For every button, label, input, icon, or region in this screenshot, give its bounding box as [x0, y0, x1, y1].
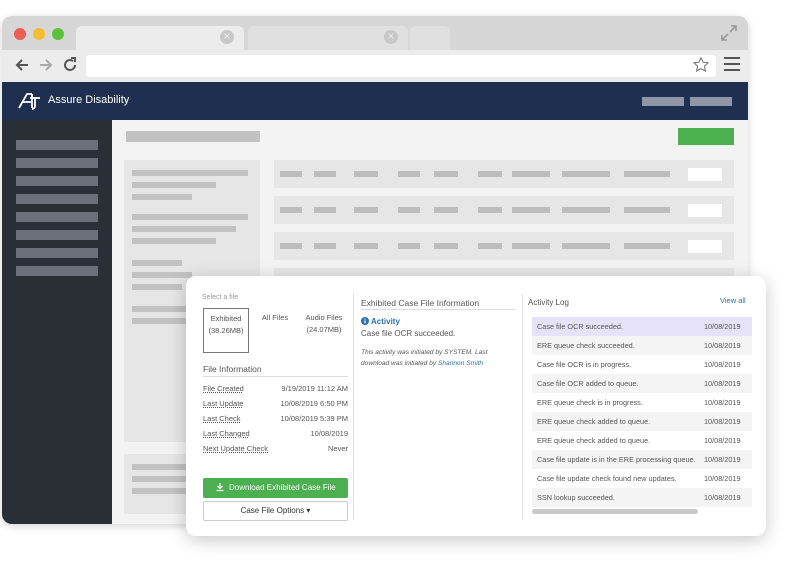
- log-date: 10/08/2019: [704, 341, 741, 350]
- download-case-file-button[interactable]: Download Exhibited Case File: [203, 478, 348, 498]
- sidebar-item-placeholder[interactable]: [16, 248, 98, 258]
- browser-toolbar: [2, 50, 748, 82]
- hamburger-menu-icon[interactable]: [724, 57, 740, 71]
- sidebar-item-placeholder[interactable]: [16, 230, 98, 240]
- new-tab-button[interactable]: [410, 26, 450, 50]
- tab-close-icon[interactable]: ×: [220, 30, 234, 44]
- case-file-options-button[interactable]: Case File Options ▾: [203, 501, 348, 521]
- last-update-value: 10/08/2019 6:50 PM: [280, 399, 348, 408]
- primary-action-button[interactable]: [678, 128, 734, 145]
- activity-log-row[interactable]: Case file update check found new updates…: [532, 469, 752, 488]
- activity-text: Case file OCR succeeded.: [361, 329, 456, 338]
- reload-icon[interactable]: [60, 55, 80, 75]
- log-date: 10/08/2019: [704, 455, 741, 464]
- log-date: 10/08/2019: [704, 322, 741, 331]
- log-message: Case file update is in the ERE processin…: [537, 455, 696, 464]
- log-date: 10/08/2019: [704, 417, 741, 426]
- log-message: ERE queue check succeeded.: [537, 341, 635, 350]
- last-check-value: 10/08/2019 5:39 PM: [280, 414, 348, 423]
- download-icon: [216, 483, 224, 492]
- table-row[interactable]: [274, 196, 734, 224]
- activity-log-row[interactable]: ERE queue check succeeded. 10/08/2019: [532, 336, 752, 355]
- window-close-button[interactable]: [14, 28, 26, 40]
- table-row[interactable]: [274, 160, 734, 188]
- file-created-label: File Created: [203, 384, 244, 393]
- sidebar-item-placeholder[interactable]: [16, 140, 98, 150]
- activity-log-title: Activity Log: [528, 298, 569, 307]
- log-date: 10/08/2019: [704, 474, 741, 483]
- sidebar-item-placeholder[interactable]: [16, 194, 98, 204]
- activity-log-row[interactable]: ERE queue check added to queue. 10/08/201…: [532, 412, 752, 431]
- app-header: Assure Disability: [2, 82, 748, 120]
- log-message: ERE queue check is in progress.: [537, 398, 643, 407]
- select-file-label: Select a file: [202, 294, 239, 301]
- log-date: 10/08/2019: [704, 398, 741, 407]
- last-check-label: Last Check: [203, 414, 241, 423]
- page-title-placeholder: [126, 131, 260, 142]
- table-row[interactable]: [274, 232, 734, 260]
- case-file-card: Select a file Exhibited (38.26MB) All Fi…: [186, 276, 766, 536]
- file-created-value: 9/19/2019 11:12 AM: [281, 384, 348, 393]
- view-all-link[interactable]: View all: [720, 296, 746, 305]
- log-message: SSN lookup succeeded.: [537, 493, 615, 502]
- activity-log-row[interactable]: Case file update is in the ERE processin…: [532, 450, 752, 469]
- header-placeholder[interactable]: [690, 97, 732, 106]
- log-date: 10/08/2019: [704, 360, 741, 369]
- sidebar-item-placeholder[interactable]: [16, 266, 98, 276]
- log-message: ERE queue check added to queue.: [537, 417, 651, 426]
- log-date: 10/08/2019: [704, 379, 741, 388]
- brand-name: Assure Disability: [48, 94, 130, 106]
- browser-tab-bar: × ×: [2, 16, 748, 50]
- star-icon[interactable]: [692, 56, 710, 74]
- activity-note: This activity was initiated by SYSTEM. L…: [361, 349, 488, 367]
- next-update-check-value: Never: [327, 444, 348, 453]
- log-message: ERE queue check added to queue.: [537, 436, 651, 445]
- sidebar: [2, 120, 112, 524]
- activity-log-row[interactable]: ERE queue check is in progress. 10/08/201…: [532, 393, 752, 412]
- tab-exhibited[interactable]: Exhibited (38.26MB): [203, 308, 249, 353]
- activity-log-row[interactable]: Case file OCR succeeded. 10/08/2019: [532, 317, 752, 336]
- sidebar-item-placeholder[interactable]: [16, 212, 98, 222]
- activity-log-row[interactable]: SSN lookup succeeded. 10/08/2019: [532, 488, 752, 507]
- address-bar[interactable]: [86, 55, 716, 77]
- exhibited-info-title: Exhibited Case File Information: [361, 298, 480, 308]
- last-changed-value: 10/08/2019: [310, 429, 348, 438]
- expand-icon[interactable]: [720, 24, 738, 42]
- horizontal-scrollbar[interactable]: [532, 509, 698, 514]
- browser-tab[interactable]: ×: [248, 26, 408, 50]
- logo-icon: [18, 93, 40, 110]
- info-icon: [361, 317, 369, 325]
- last-update-label: Last Update: [203, 399, 244, 408]
- activity-log-row[interactable]: Case file OCR is in progress. 10/08/2019: [532, 355, 752, 374]
- activity-heading: Activity: [361, 317, 400, 326]
- sidebar-item-placeholder[interactable]: [16, 158, 98, 168]
- browser-tab[interactable]: ×: [76, 26, 244, 50]
- log-message: Case file OCR is in progress.: [537, 360, 632, 369]
- activity-log-row[interactable]: Case file OCR added to queue. 10/08/2019: [532, 374, 752, 393]
- log-date: 10/08/2019: [704, 493, 741, 502]
- log-message: Case file OCR added to queue.: [537, 379, 639, 388]
- user-link[interactable]: Shannon Smith: [438, 360, 483, 367]
- sidebar-item-placeholder[interactable]: [16, 176, 98, 186]
- file-information-title: File Information: [203, 364, 262, 374]
- activity-log-row[interactable]: ERE queue check added to queue. 10/08/201…: [532, 431, 752, 450]
- tab-audio-files[interactable]: Audio Files (24.07MB): [301, 308, 347, 353]
- tab-close-icon[interactable]: ×: [384, 30, 398, 44]
- window-minimize-button[interactable]: [33, 28, 45, 40]
- next-update-check-label: Next Update Check: [203, 444, 269, 453]
- window-maximize-button[interactable]: [52, 28, 64, 40]
- back-arrow-icon[interactable]: [12, 55, 32, 75]
- forward-arrow-icon[interactable]: [36, 55, 56, 75]
- log-date: 10/08/2019: [704, 436, 741, 445]
- stage: × × Assure Disability Select a file Exhi…: [0, 0, 800, 576]
- header-placeholder[interactable]: [642, 97, 684, 106]
- tab-all-files[interactable]: All Files: [252, 308, 298, 353]
- last-changed-label: Last Changed: [203, 429, 250, 438]
- log-message: Case file OCR succeeded.: [537, 322, 623, 331]
- log-message: Case file update check found new updates…: [537, 474, 677, 483]
